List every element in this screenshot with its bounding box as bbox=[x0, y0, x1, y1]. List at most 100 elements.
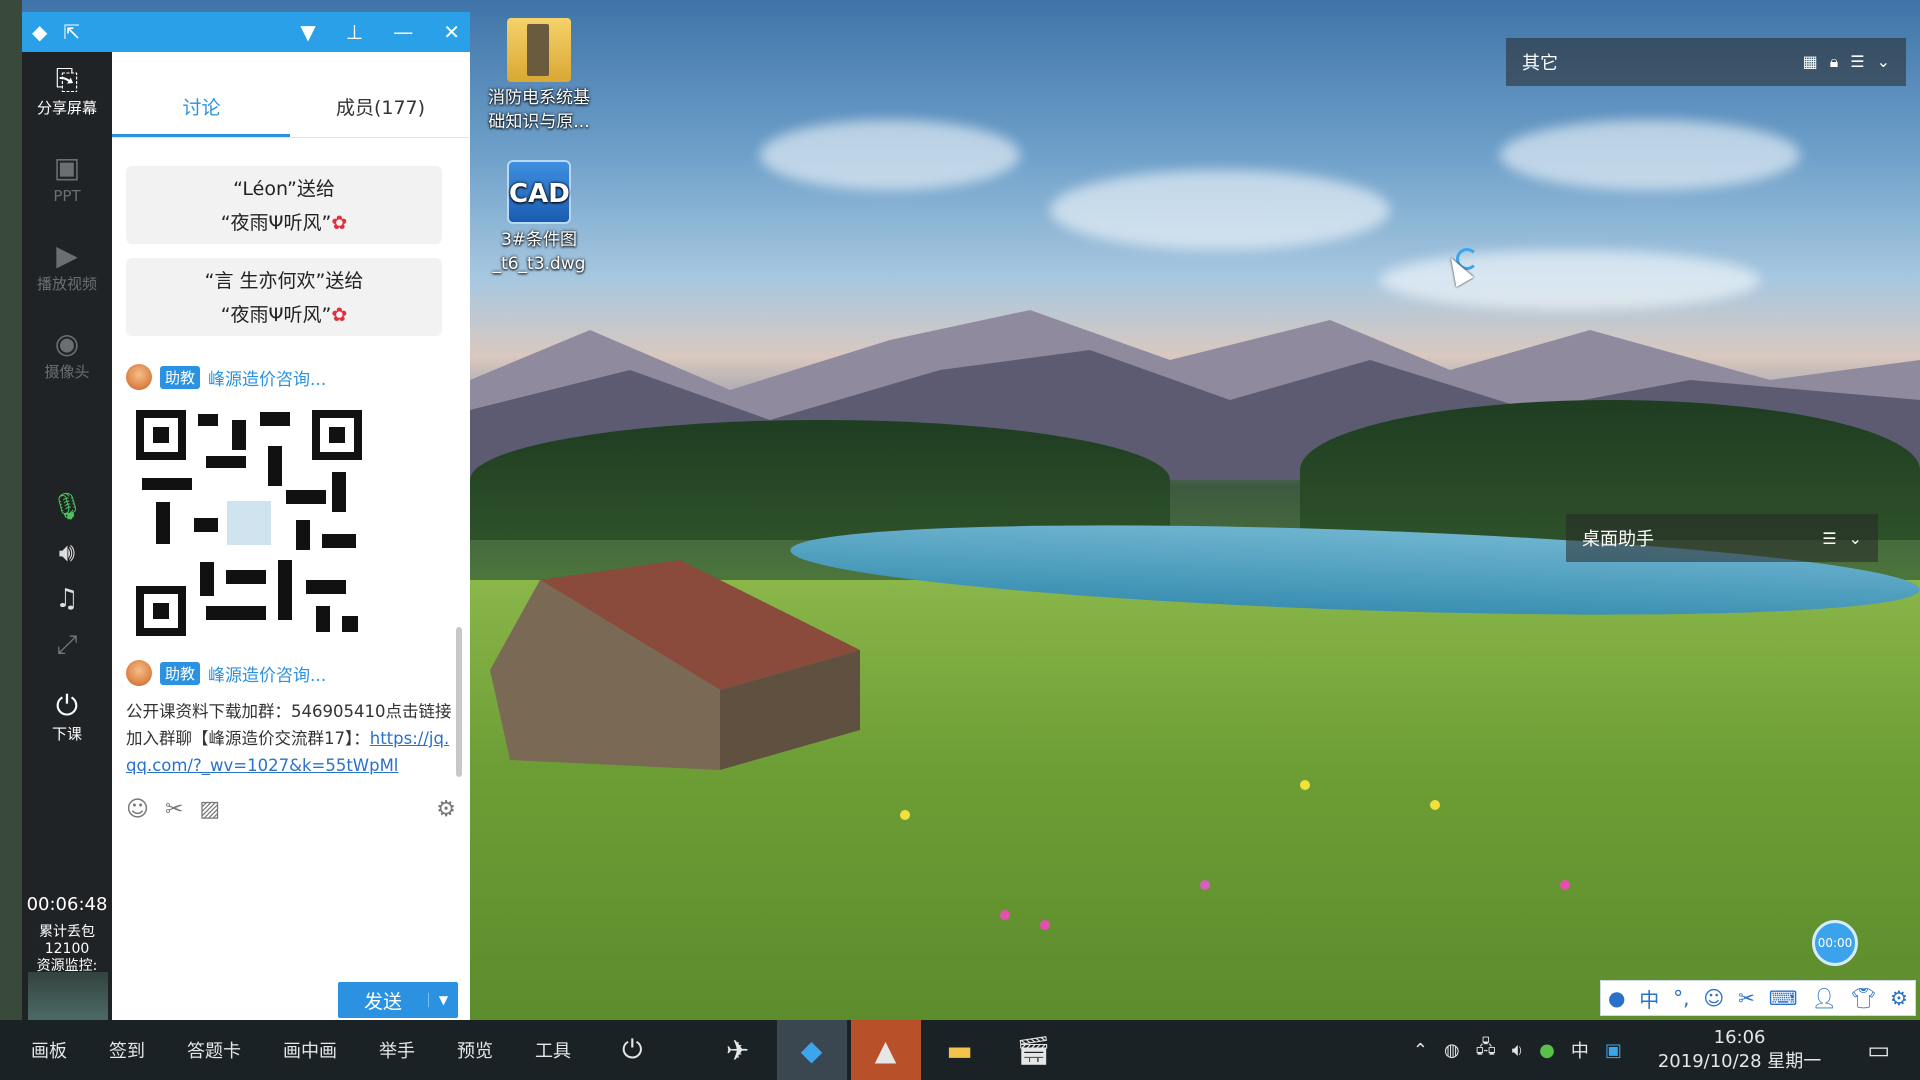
avatar[interactable] bbox=[126, 364, 152, 390]
tab-members[interactable]: 成员(177) bbox=[291, 52, 470, 137]
network-icon[interactable]: 🖧︎ bbox=[1476, 1035, 1496, 1065]
sender-name[interactable]: 峰源造价咨询... bbox=[208, 661, 326, 686]
camera-button[interactable]: ◉ 摄像头 bbox=[22, 316, 112, 404]
folder-icon bbox=[507, 18, 571, 82]
wooden-hut bbox=[490, 560, 860, 770]
qr-module bbox=[306, 580, 346, 594]
speaker-icon[interactable]: 🔊︎ bbox=[22, 530, 112, 576]
ime-mode[interactable]: 中 bbox=[1639, 984, 1659, 1013]
taskbar-app-video[interactable]: 🎬︎ bbox=[999, 1020, 1069, 1080]
menu-item-tools[interactable]: 工具 bbox=[514, 1037, 592, 1063]
menu-item-preview[interactable]: 预览 bbox=[436, 1037, 514, 1063]
avatar[interactable] bbox=[126, 660, 152, 686]
share-screen-button[interactable]: ⎘ 分享屏幕 bbox=[22, 52, 112, 140]
scissors-icon[interactable]: ✂ bbox=[1738, 986, 1755, 1010]
ime-logo-icon[interactable]: ● bbox=[1608, 986, 1625, 1010]
music-icon[interactable]: ♫ bbox=[22, 576, 112, 622]
qr-module bbox=[206, 606, 266, 620]
image-icon[interactable]: ▨ bbox=[199, 797, 220, 822]
qr-module bbox=[156, 502, 170, 544]
floating-timer-bubble[interactable]: 00:00 bbox=[1812, 920, 1858, 966]
taskbar: 画板 签到 答题卡 画中画 举手 预览 工具 ⏻ ✈ ◆ ▲ ▬ 🎬︎ ⌃ ◍ … bbox=[0, 1020, 1920, 1080]
gift-message: “Léon”送给 “夜雨Ψ听风”✿ bbox=[126, 166, 442, 244]
emoji-icon[interactable]: ☺ bbox=[126, 797, 149, 822]
skin-shirt-icon[interactable]: 👕︎ bbox=[1851, 986, 1876, 1010]
power-icon[interactable]: ⏻ bbox=[622, 1035, 643, 1066]
end-class-button[interactable]: ⏻ 下课 bbox=[22, 678, 112, 766]
volume-icon[interactable]: 🔉︎ bbox=[1512, 1040, 1523, 1061]
lock-icon[interactable]: 🔒︎ bbox=[1830, 52, 1839, 72]
emoji-icon[interactable]: ☺ bbox=[1703, 986, 1724, 1010]
keyboard-icon[interactable]: ⌨ bbox=[1769, 986, 1798, 1010]
gear-icon[interactable]: ⚙ bbox=[436, 797, 456, 822]
camera-icon: ◉ bbox=[54, 327, 80, 360]
menu-item-whiteboard[interactable]: 画板 bbox=[10, 1037, 88, 1063]
microphone-icon[interactable]: 🎙︎ bbox=[22, 484, 112, 530]
desktop-icon-folder[interactable]: 消防电系统基础知识与原... bbox=[484, 18, 594, 134]
logo-icon: ◆ bbox=[32, 20, 48, 44]
role-badge: 助教 bbox=[160, 365, 201, 389]
close-icon[interactable]: ✕ bbox=[443, 20, 460, 44]
fullscreen-icon[interactable]: ⤢ bbox=[22, 622, 112, 668]
chevron-down-icon[interactable]: ⌄ bbox=[1849, 529, 1862, 548]
rose-icon: ✿ bbox=[331, 212, 348, 234]
qr-module bbox=[332, 472, 346, 512]
qr-finder bbox=[312, 410, 362, 460]
tray-app-icon[interactable]: ◍ bbox=[1444, 1040, 1460, 1061]
ime-indicator[interactable]: 中 bbox=[1571, 1037, 1589, 1063]
chevron-up-icon[interactable]: ⌃ bbox=[1413, 1040, 1428, 1061]
flower bbox=[1300, 780, 1310, 790]
network-stats: 累计丢包 12100 资源监控: bbox=[22, 924, 112, 975]
dropdown-icon[interactable]: ▼ bbox=[300, 20, 315, 44]
classroom-titlebar[interactable]: ◆ ⇱ ▼ ⊥ — ✕ bbox=[22, 12, 470, 52]
qr-code-image[interactable] bbox=[136, 410, 362, 636]
stats-line: 12100 bbox=[44, 941, 90, 957]
qr-module bbox=[296, 520, 310, 550]
menu-icon[interactable]: ☰ bbox=[1850, 52, 1864, 72]
chat-scrollbar[interactable] bbox=[456, 627, 462, 777]
share-screen-icon: ⎘ bbox=[55, 63, 79, 96]
flower bbox=[1430, 800, 1440, 810]
tray-security-icon[interactable]: ● bbox=[1539, 1040, 1555, 1061]
clock[interactable]: 16:06 2019/10/28 星期一 bbox=[1658, 1026, 1821, 1074]
pin-icon[interactable]: ⊥ bbox=[346, 20, 363, 44]
menu-item-checkin[interactable]: 签到 bbox=[88, 1037, 166, 1063]
message-body: 公开课资料下载加群：546905410点击链接加入群聊【峰源造价交流群17】：h… bbox=[126, 698, 456, 779]
taskbar-app-classroom[interactable]: ◆ bbox=[776, 1020, 847, 1080]
minimize-icon[interactable]: — bbox=[393, 20, 413, 44]
sender-name[interactable]: 峰源造价咨询... bbox=[208, 365, 326, 390]
gift-message: “言 生亦何欢”送给 “夜雨Ψ听风”✿ bbox=[126, 258, 442, 336]
tray-user-icon[interactable]: ▣ bbox=[1605, 1040, 1622, 1061]
taskbar-app-building[interactable]: ▲ bbox=[850, 1020, 921, 1080]
menu-item-picture-in-picture[interactable]: 画中画 bbox=[262, 1037, 358, 1063]
taskbar-app-explorer[interactable]: ▬ bbox=[925, 1020, 995, 1080]
qr-module bbox=[200, 562, 214, 596]
tab-discussion[interactable]: 讨论 bbox=[112, 52, 291, 137]
taskbar-app-cad[interactable]: ✈ bbox=[703, 1020, 773, 1080]
punctuation-icon[interactable]: °, bbox=[1673, 986, 1689, 1010]
user-icon[interactable]: 👤︎ bbox=[1812, 986, 1837, 1010]
menu-item-raise-hand[interactable]: 举手 bbox=[358, 1037, 436, 1063]
toolbar-label: PPT bbox=[53, 187, 81, 205]
ppt-button[interactable]: ▣ PPT bbox=[22, 140, 112, 228]
send-button[interactable]: 发送 ▼ bbox=[338, 982, 458, 1018]
menu-item-answer-card[interactable]: 答题卡 bbox=[166, 1037, 262, 1063]
send-label: 发送 bbox=[363, 990, 402, 1013]
fence-other[interactable]: 其它 ▦ 🔒︎ ☰ ⌄ bbox=[1506, 38, 1906, 86]
play-video-button[interactable]: ▶ 播放视频 bbox=[22, 228, 112, 316]
notification-icon[interactable]: ▭ bbox=[1867, 1036, 1890, 1064]
clapperboard-icon: 🎬︎ bbox=[1015, 1033, 1052, 1067]
qr-module bbox=[194, 518, 218, 532]
send-options-chevron-icon[interactable]: ▼ bbox=[428, 993, 458, 1007]
chevron-down-icon[interactable]: ⌄ bbox=[1877, 52, 1890, 72]
qr-logo-icon bbox=[224, 498, 274, 548]
grid-icon[interactable]: ▦ bbox=[1803, 52, 1818, 72]
fence-desktop-assistant[interactable]: 桌面助手 ☰ ⌄ bbox=[1566, 514, 1878, 562]
share-out-icon[interactable]: ⇱ bbox=[63, 20, 80, 44]
desktop-icon-cad-file[interactable]: CAD 3#条件图_t6_t3.dwg bbox=[484, 160, 594, 276]
menu-icon[interactable]: ☰ bbox=[1822, 529, 1836, 548]
screenshot-scissors-icon[interactable]: ✂ bbox=[165, 797, 183, 822]
gear-icon[interactable]: ⚙ bbox=[1890, 986, 1908, 1010]
tab-underline bbox=[112, 134, 290, 137]
